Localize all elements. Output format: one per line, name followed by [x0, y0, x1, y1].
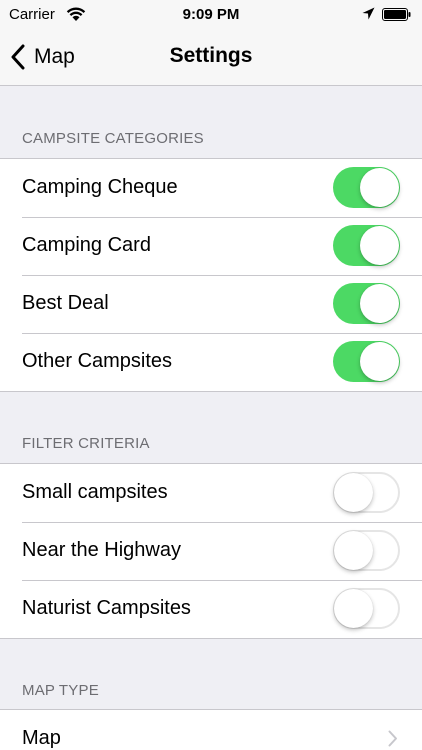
section-header-map-type: MAP TYPE: [22, 682, 99, 699]
small-campsites-toggle[interactable]: [333, 472, 400, 513]
toggle-knob: [334, 473, 373, 512]
toggle-knob: [360, 226, 399, 265]
setting-row-near-highway: Near the Highway: [0, 522, 422, 580]
setting-row-map-type[interactable]: Map: [0, 710, 422, 750]
setting-label: Camping Cheque: [22, 176, 178, 198]
map-type-value: Map: [22, 727, 61, 749]
location-arrow-icon: [362, 7, 375, 20]
setting-label: Near the Highway: [22, 539, 181, 561]
battery-icon: [382, 8, 411, 21]
settings-screen: Carrier 9:09 PM Map Settings CAMPSITE CA…: [0, 0, 422, 750]
toggle-knob: [360, 168, 399, 207]
best-deal-toggle[interactable]: [333, 283, 400, 324]
categories-group: Camping Cheque Camping Card Best Deal Ot…: [0, 158, 422, 392]
status-time: 9:09 PM: [182, 6, 240, 23]
setting-label: Other Campsites: [22, 350, 173, 372]
setting-row-camping-card: Camping Card: [0, 217, 422, 275]
toggle-knob: [360, 342, 399, 381]
near-highway-toggle[interactable]: [333, 530, 400, 571]
setting-row-other-campsites: Other Campsites: [0, 333, 422, 391]
camping-cheque-toggle[interactable]: [333, 167, 400, 208]
section-header-filters: FILTER CRITERIA: [22, 435, 150, 452]
toggle-knob: [334, 531, 373, 570]
setting-label: Small campsites: [22, 481, 168, 503]
status-bar: Carrier 9:09 PM: [0, 0, 422, 30]
setting-label: Best Deal: [22, 292, 109, 314]
top-bar: Carrier 9:09 PM Map Settings: [0, 0, 422, 86]
page-title: Settings: [169, 44, 253, 67]
toggle-knob: [360, 284, 399, 323]
filters-group: Small campsites Near the Highway Naturis…: [0, 463, 422, 639]
section-header-categories: CAMPSITE CATEGORIES: [22, 130, 204, 147]
setting-label: Naturist Campsites: [22, 597, 191, 619]
setting-row-small-campsites: Small campsites: [0, 464, 422, 522]
naturist-campsites-toggle[interactable]: [333, 588, 400, 629]
chevron-right-icon: [388, 730, 397, 747]
setting-row-best-deal: Best Deal: [0, 275, 422, 333]
navigation-bar: Map Settings: [0, 30, 422, 86]
setting-row-camping-cheque: Camping Cheque: [0, 159, 422, 217]
setting-label: Camping Card: [22, 234, 151, 256]
toggle-knob: [334, 589, 373, 628]
setting-row-naturist-campsites: Naturist Campsites: [0, 580, 422, 638]
other-campsites-toggle[interactable]: [333, 341, 400, 382]
map-type-group: Map: [0, 709, 422, 750]
camping-card-toggle[interactable]: [333, 225, 400, 266]
